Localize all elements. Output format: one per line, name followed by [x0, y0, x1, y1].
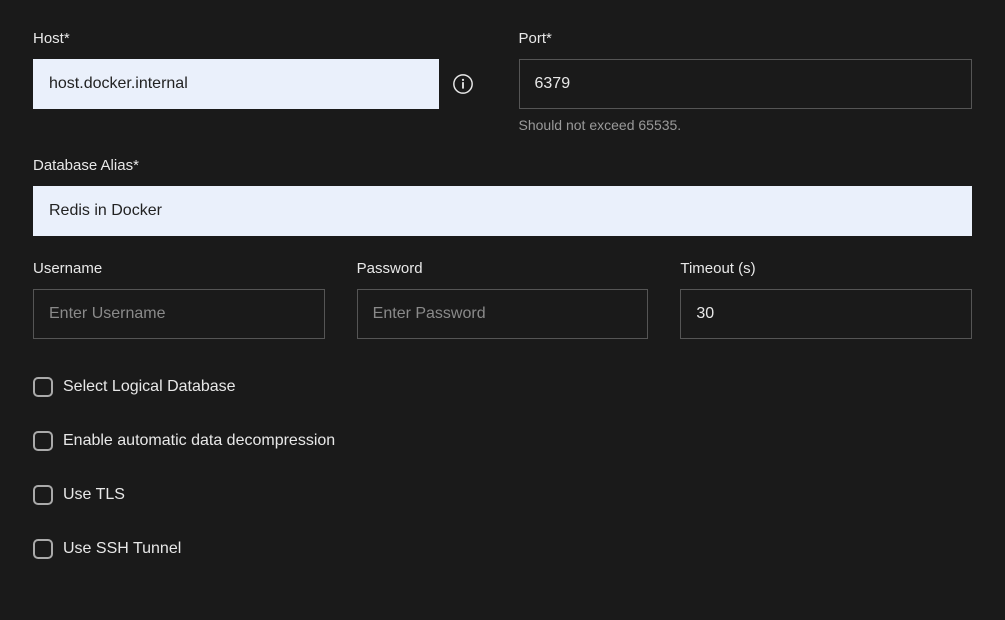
port-field: Port* Should not exceed 65535.	[519, 30, 973, 133]
host-field: Host*	[33, 30, 487, 133]
checkbox-icon	[33, 431, 53, 451]
timeout-field: Timeout (s)	[680, 260, 972, 339]
username-field: Username	[33, 260, 325, 339]
password-label: Password	[357, 260, 649, 277]
host-label: Host*	[33, 30, 487, 47]
host-info-button[interactable]	[439, 59, 487, 109]
timeout-label: Timeout (s)	[680, 260, 972, 277]
username-label: Username	[33, 260, 325, 277]
port-input[interactable]	[519, 59, 973, 109]
checkbox-icon	[33, 539, 53, 559]
use-ssh-tunnel-checkbox[interactable]: Use SSH Tunnel	[33, 539, 972, 559]
host-input[interactable]	[33, 59, 439, 109]
checkbox-label: Select Logical Database	[63, 378, 236, 396]
checkbox-label: Use SSH Tunnel	[63, 540, 181, 558]
select-logical-database-checkbox[interactable]: Select Logical Database	[33, 377, 972, 397]
use-tls-checkbox[interactable]: Use TLS	[33, 485, 972, 505]
password-field: Password	[357, 260, 649, 339]
port-label: Port*	[519, 30, 973, 47]
username-input[interactable]	[33, 289, 325, 339]
checkbox-label: Use TLS	[63, 486, 125, 504]
checkbox-label: Enable automatic data decompression	[63, 432, 335, 450]
alias-label: Database Alias*	[33, 157, 972, 174]
alias-input[interactable]	[33, 186, 972, 236]
port-hint: Should not exceed 65535.	[519, 117, 973, 133]
info-icon	[452, 73, 474, 95]
enable-decompression-checkbox[interactable]: Enable automatic data decompression	[33, 431, 972, 451]
checkbox-icon	[33, 377, 53, 397]
timeout-input[interactable]	[680, 289, 972, 339]
alias-field: Database Alias*	[33, 157, 972, 236]
checkbox-icon	[33, 485, 53, 505]
password-input[interactable]	[357, 289, 649, 339]
